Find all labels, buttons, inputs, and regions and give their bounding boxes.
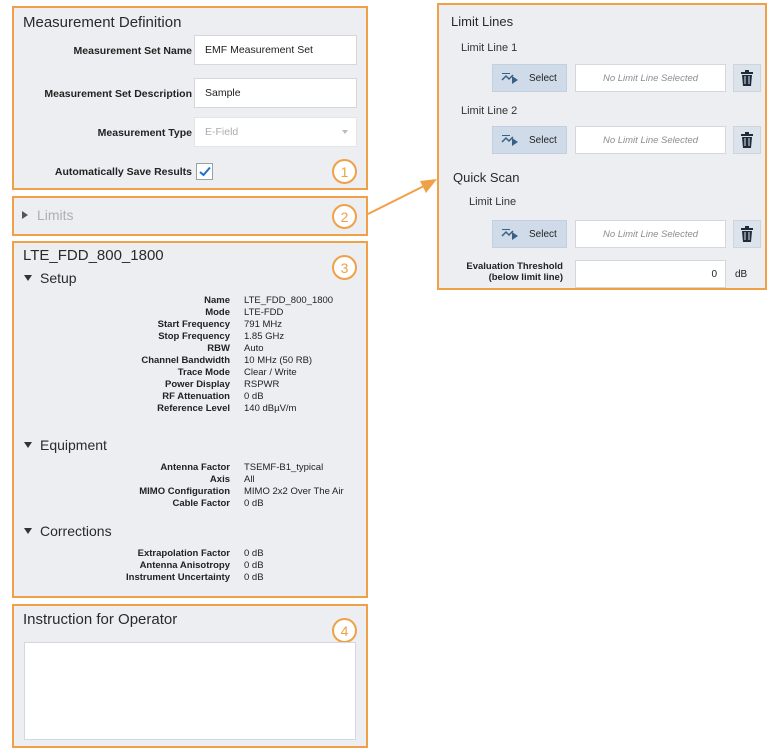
limit-line-2-label: Limit Line 2	[461, 105, 518, 117]
measurement-set-name-input[interactable]: EMF Measurement Set	[194, 35, 357, 65]
callout-badge-1: 1	[332, 159, 357, 184]
measurement-set-description-input[interactable]: Sample	[194, 78, 357, 108]
auto-save-label: Automatically Save Results	[54, 166, 192, 178]
callout-badge-2: 2	[332, 204, 357, 229]
corrections-list: Extrapolation Factor 0 dB Antenna Anisotr…	[14, 548, 366, 588]
setup-section-toggle[interactable]: Setup	[24, 270, 77, 286]
limit-line-1-field[interactable]: No Limit Line Selected	[575, 64, 726, 92]
select-button-label: Select	[529, 134, 557, 146]
panel-title: Measurement Definition	[23, 14, 182, 31]
limit-lines-title: Limit Lines	[451, 14, 514, 29]
configuration-panel: LTE_FDD_800_1800 3 Setup Name LTE_FDD_800…	[12, 241, 368, 598]
collapse-arrow-icon	[24, 275, 32, 281]
auto-save-checkbox[interactable]	[196, 163, 213, 180]
evaluation-threshold-input[interactable]: 0	[575, 260, 726, 288]
limit-line-select-icon	[501, 73, 518, 84]
limit-line-select-icon	[501, 229, 518, 240]
list-item: Cable Factor 0 dB	[172, 498, 264, 509]
setup-heading: Setup	[40, 270, 77, 286]
limit-line-2-select-button[interactable]: Select	[492, 126, 567, 154]
list-item: MIMO Configuration MIMO 2x2 Over The Air	[139, 486, 344, 497]
list-item: Antenna Anisotropy 0 dB	[139, 560, 264, 571]
quick-scan-title: Quick Scan	[453, 170, 520, 185]
limit-line-2-field[interactable]: No Limit Line Selected	[575, 126, 726, 154]
limit-line-1-select-button[interactable]: Select	[492, 64, 567, 92]
list-item: Channel Bandwidth 10 MHz (50 RB)	[141, 355, 313, 366]
setup-list: Name LTE_FDD_800_1800 Mode LTE-FDD Start F…	[14, 295, 366, 425]
list-item: Axis All	[209, 474, 255, 485]
measurement-type-label: Measurement Type	[97, 127, 192, 139]
quick-scan-select-button[interactable]: Select	[492, 220, 567, 248]
select-button-label: Select	[529, 228, 557, 240]
instruction-textarea[interactable]	[24, 642, 356, 740]
checkmark-icon	[199, 166, 211, 177]
quick-scan-limit-line-field[interactable]: No Limit Line Selected	[575, 220, 726, 248]
callout-badge-3: 3	[332, 255, 357, 280]
list-item: Trace Mode Clear / Write	[177, 367, 297, 378]
equipment-section-toggle[interactable]: Equipment	[24, 437, 107, 453]
list-item: Reference Level 140 dBµV/m	[157, 403, 297, 414]
limit-line-select-icon	[501, 135, 518, 146]
list-item: Stop Frequency 1.85 GHz	[158, 331, 285, 342]
measurement-definition-panel: Measurement Definition Measurement Set N…	[12, 6, 368, 190]
measurement-type-value: E-Field	[205, 126, 239, 138]
corrections-heading: Corrections	[40, 523, 112, 539]
limits-panel[interactable]: Limits 2	[12, 196, 368, 236]
limits-label: Limits	[37, 207, 74, 223]
equipment-list: Antenna Factor TSEMF-B1_typical Axis All M…	[14, 462, 366, 512]
list-item: RBW Auto	[207, 343, 264, 354]
instruction-panel: Instruction for Operator 4	[12, 604, 368, 748]
list-item: RF Attenuation 0 dB	[162, 391, 264, 402]
list-item: Mode LTE-FDD	[205, 307, 284, 318]
instruction-title: Instruction for Operator	[23, 611, 178, 628]
limit-line-1-label: Limit Line 1	[461, 42, 518, 54]
limit-line-2-delete-button[interactable]	[733, 126, 761, 154]
measurement-type-select: E-Field	[194, 117, 357, 147]
trash-icon	[741, 132, 753, 148]
list-item: Power Display RSPWR	[165, 379, 280, 390]
chevron-down-icon	[342, 130, 348, 134]
threshold-label-line-2: (below limit line)	[488, 272, 563, 283]
configuration-title: LTE_FDD_800_1800	[23, 247, 164, 264]
collapse-arrow-icon	[24, 442, 32, 448]
limit-lines-panel: Limit Lines Limit Line 1 Select No Limit…	[437, 3, 767, 290]
callout-badge-4: 4	[332, 618, 357, 643]
list-item: Antenna Factor TSEMF-B1_typical	[160, 462, 324, 473]
threshold-label-line-1: Evaluation Threshold	[466, 261, 563, 272]
list-item: Start Frequency 791 MHz	[157, 319, 283, 330]
corrections-section-toggle[interactable]: Corrections	[24, 523, 112, 539]
list-item: Name LTE_FDD_800_1800	[204, 295, 334, 306]
list-item: Instrument Uncertainty 0 dB	[126, 572, 264, 583]
quick-scan-delete-button[interactable]	[733, 220, 761, 248]
trash-icon	[741, 70, 753, 86]
threshold-unit: dB	[735, 269, 748, 280]
select-button-label: Select	[529, 72, 557, 84]
limits-toggle[interactable]: Limits	[22, 207, 74, 223]
limit-line-1-delete-button[interactable]	[733, 64, 761, 92]
list-item: Extrapolation Factor 0 dB	[137, 548, 264, 559]
expand-arrow-icon	[22, 211, 28, 219]
collapse-arrow-icon	[24, 528, 32, 534]
measurement-set-name-label: Measurement Set Name	[73, 45, 192, 57]
quick-scan-limit-line-label: Limit Line	[469, 196, 517, 208]
evaluation-threshold-label: Evaluation Threshold (below limit line)	[466, 261, 563, 283]
equipment-heading: Equipment	[40, 437, 107, 453]
trash-icon	[741, 226, 753, 242]
measurement-set-description-label: Measurement Set Description	[44, 88, 192, 100]
